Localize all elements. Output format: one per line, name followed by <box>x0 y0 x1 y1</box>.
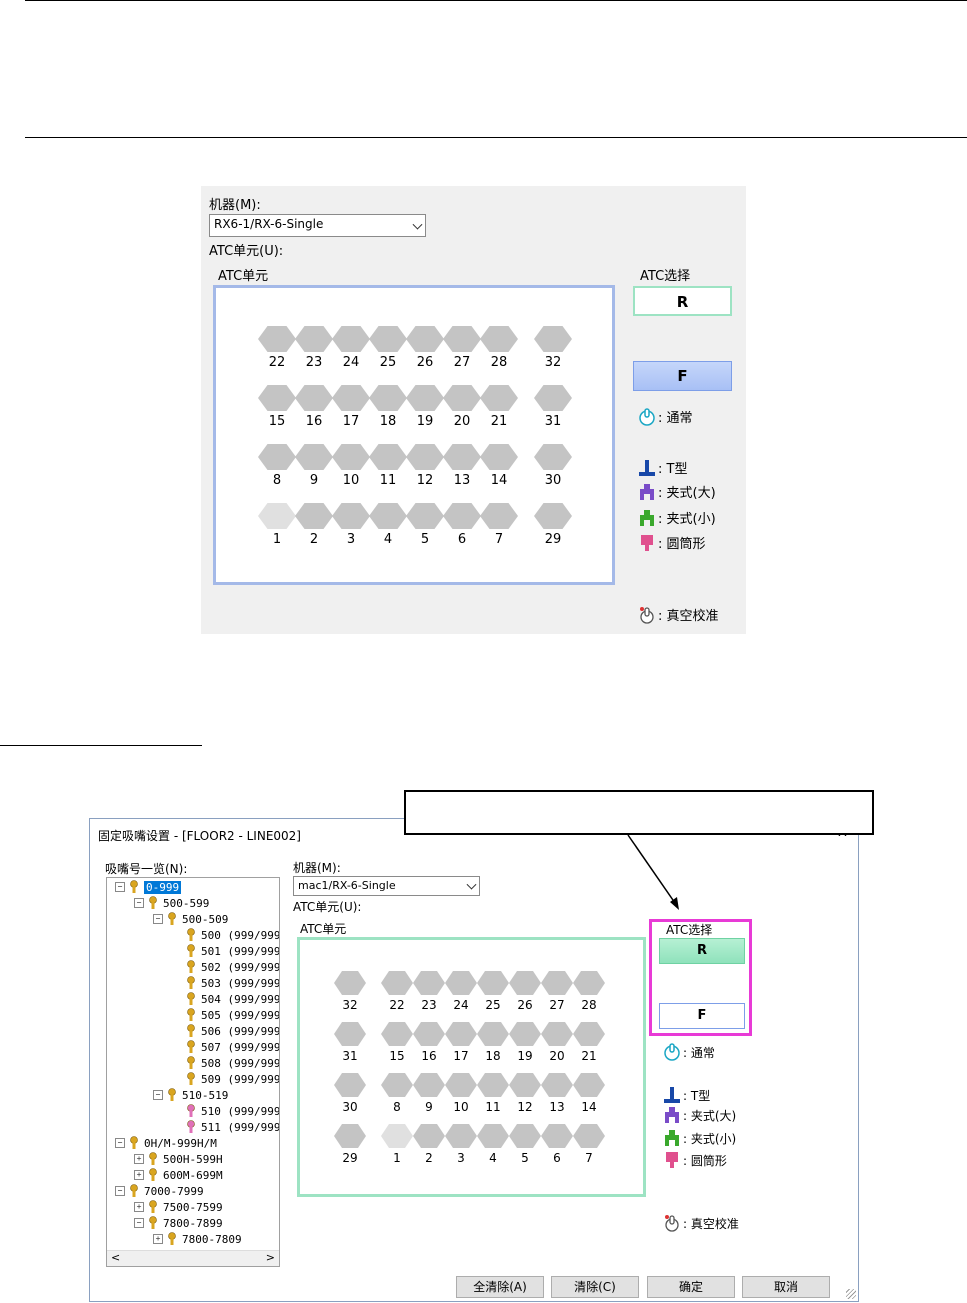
callout-arrow <box>627 834 679 910</box>
